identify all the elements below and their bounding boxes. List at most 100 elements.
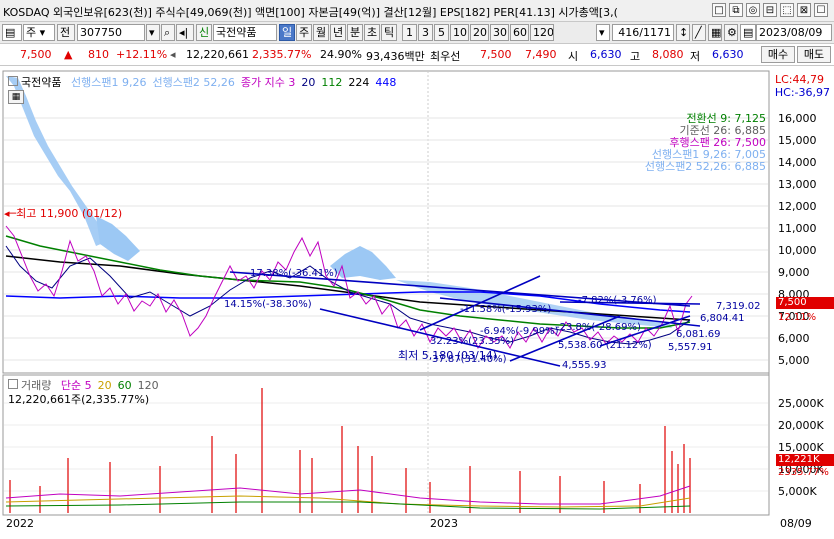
window-button-3[interactable]: ◎ (746, 3, 760, 17)
ichimoku-cloud-2 (96, 216, 140, 261)
chart-settings-icon[interactable]: ▦ (8, 90, 24, 104)
x-axis-label-middle: 2023 (430, 517, 458, 530)
lc-label: LC:44,79 (774, 73, 824, 86)
trendline-label-6: 6,081.69 (676, 329, 721, 340)
low-label: 저 (690, 50, 701, 63)
price-y-tick-2: 14,000 (778, 156, 817, 169)
trendline-label-8: 5,538.60 (21.12%) (558, 340, 652, 351)
page-counter: 416/1171 (612, 24, 674, 41)
period-tab-0[interactable]: 일 (279, 24, 295, 41)
volume-y-tick-4: 5,000K (778, 485, 817, 498)
ichimoku-cloud-3 (330, 246, 396, 280)
high-label: 고 (630, 50, 641, 63)
volume-ma5-line (5, 485, 691, 505)
high-annotation-text: 최고 11,900 (01/12) (16, 207, 123, 220)
up-arrow-icon: ▲ (64, 48, 73, 61)
price-change-pct: +12.11% (116, 48, 168, 61)
volume-ratio: 2,335.77% (252, 48, 312, 61)
trendline-label-13: -23.8%(-28.69%) (556, 322, 641, 333)
sell-button[interactable]: 매도 (797, 46, 831, 63)
volume-y-tick-2: 15,000K (778, 441, 824, 454)
price-legend-item-3: 20 (301, 76, 316, 89)
priority-label: 최우선 (430, 50, 461, 63)
high-price: 8,080 (652, 48, 684, 61)
period-tab-6[interactable]: 틱 (381, 24, 397, 41)
trendline-label-7: 5,557.91 (668, 342, 713, 353)
mode-button[interactable]: 전 (57, 24, 75, 41)
trendline-label-12: -6.94%(-9.99%) (480, 326, 559, 337)
volume-icon[interactable]: ◂| (176, 24, 194, 41)
period-tab-3[interactable]: 년 (330, 24, 346, 41)
line-tool-icon[interactable]: ╱ (692, 24, 706, 41)
volume-y-tick-1: 20,000K (778, 419, 824, 432)
window-button-6[interactable]: ⊠ (797, 3, 811, 17)
interval-button-5[interactable]: 30 (490, 24, 509, 41)
price-y-tick-10: 6,000 (778, 332, 810, 345)
price-y-tick-5: 11,000 (778, 222, 817, 235)
window-button-4[interactable]: ⊟ (763, 3, 777, 17)
spin-icon[interactable]: ↕ (676, 24, 690, 41)
toolbar-menu-icon[interactable]: ▤ (2, 24, 22, 41)
legend-square-icon (8, 76, 18, 86)
trendline-label-5: 6,804.41 (700, 313, 745, 324)
window-button-5[interactable]: ⬚ (780, 3, 794, 17)
open-price: 6,630 (590, 48, 622, 61)
interval-button-3[interactable]: 10 (450, 24, 469, 41)
trendline-label-1: 14.15%(-38.30%) (224, 299, 312, 310)
trade-amount: 93,436백만 (366, 50, 425, 63)
trendline-label-4: 7,319.02 (716, 301, 761, 312)
interval-dropdown-icon[interactable]: ▾ (596, 24, 610, 41)
market-select-value: 주 (26, 26, 37, 39)
price-y-tick-7: 9,000 (778, 266, 810, 279)
price-y-tick-3: 13,000 (778, 178, 817, 191)
price-legend-item-4: 112 (321, 76, 343, 89)
search-icon[interactable]: ⌕ (161, 24, 175, 41)
period-tab-4[interactable]: 분 (347, 24, 363, 41)
volume-ma60-line (5, 501, 691, 510)
period-tab-1[interactable]: 주 (296, 24, 312, 41)
price-legend-item-6: 448 (375, 76, 397, 89)
settings-gear-icon[interactable]: ⚙ (724, 24, 738, 41)
market-select[interactable]: 주 ▾ (23, 24, 55, 41)
price-y-tick-11: 5,000 (778, 354, 810, 367)
current-price-tag: 7,500 (776, 297, 834, 309)
current-price: 7,500 (20, 48, 52, 61)
trendline-label-10: 32.23%(23.35%) (430, 336, 515, 347)
interval-button-0[interactable]: 1 (402, 24, 417, 41)
interval-button-4[interactable]: 20 (470, 24, 489, 41)
interval-button-7[interactable]: 120 (530, 24, 554, 41)
toolbar: ▤ 주 ▾ 전 307750 ▾ ⌕ ◂| 신 국전약품 일주월년분초틱 135… (0, 22, 834, 44)
interval-button-2[interactable]: 5 (434, 24, 449, 41)
trendline-label-9: 4,555.93 (562, 360, 607, 371)
window-button-2[interactable]: ⧉ (729, 3, 743, 17)
period-tab-2[interactable]: 월 (313, 24, 329, 41)
period-tab-5[interactable]: 초 (364, 24, 380, 41)
trade-volume: 12,220,661 (186, 48, 249, 61)
sound-icon: ◂ (170, 48, 176, 61)
sin-badge[interactable]: 신 (196, 24, 212, 41)
open-label: 시 (568, 50, 579, 63)
high-annotation: ◂─최고 11,900 (01/12) (4, 207, 123, 220)
stock-info-text: KOSDAQ 외국인보유[623(천)] 주식수[49,069(천)] 액면[1… (3, 6, 618, 19)
interval-button-1[interactable]: 3 (418, 24, 433, 41)
low-price: 6,630 (712, 48, 744, 61)
interval-button-6[interactable]: 60 (510, 24, 529, 41)
date-field[interactable]: 2023/08/09 (756, 24, 832, 41)
code-dropdown-icon[interactable]: ▾ (146, 24, 160, 41)
window-button-7[interactable]: ☐ (814, 3, 828, 17)
stock-code-input[interactable]: 307750 (77, 24, 145, 41)
price-legend-item-2: 종가 지수 3 (240, 76, 296, 89)
price-legend-item-1: 선행스팬2 52,26 (152, 76, 235, 89)
trendline-label-11: 37.87(31.40%) (432, 354, 507, 365)
price-y-tick-0: 16,000 (778, 112, 817, 125)
image-icon[interactable]: ▦ (708, 24, 722, 41)
price-y-tick-1: 15,000 (778, 134, 817, 147)
chart-area[interactable]: 16,000 15,000 14,000 13,000 12,000 11,000 10,0… (0, 66, 834, 536)
window-button-1[interactable]: □ (712, 3, 726, 17)
info-bar: KOSDAQ 외국인보유[623(천)] 주식수[49,069(천)] 액면[1… (0, 0, 834, 22)
price-chart-legend: 국전약품 선행스팬1 9,26 선행스팬2 52,26 종가 지수 3 20 112 22… (8, 74, 396, 90)
price-y-tick-4: 12,000 (778, 200, 817, 213)
buy-button[interactable]: 매수 (761, 46, 795, 63)
volume-pct-tag: 2335.77% (778, 467, 829, 478)
calendar-icon[interactable]: ▤ (740, 24, 756, 41)
